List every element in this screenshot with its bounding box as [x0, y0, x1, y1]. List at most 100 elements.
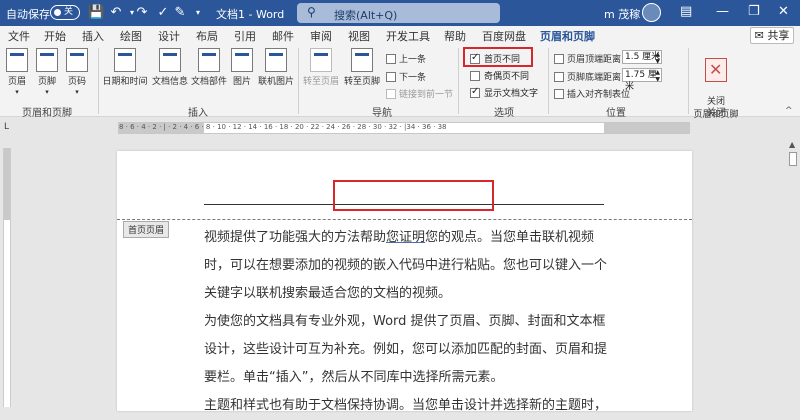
page-number-icon: [66, 48, 88, 72]
share-button[interactable]: ✉ 共享: [750, 27, 794, 44]
header-label: 页眉: [7, 77, 26, 87]
ruler-right-margin: [604, 123, 689, 133]
autosave-toggle[interactable]: 关: [50, 5, 80, 20]
footer-label: 页脚: [37, 77, 56, 87]
document-title: 文档1 - Word: [216, 8, 285, 21]
header-top-distance-text: 页眉顶端距离:: [567, 55, 625, 65]
tab-mailings[interactable]: 邮件: [272, 28, 294, 44]
divider: [98, 48, 99, 114]
header-button[interactable]: 页眉 ▾: [4, 48, 30, 97]
datetime-button[interactable]: 日期和时间: [101, 48, 149, 87]
paragraph: 视频提供了功能强大的方法帮助您证明您的观点。当您单击联机视频时，可以在想要添加的…: [204, 224, 614, 308]
ribbon-tabs: 文件 开始 插入 绘图 设计 布局 引用 邮件 审阅 视图 开发工具 帮助 百度…: [0, 26, 800, 47]
header-top-distance-input[interactable]: 1.5 厘米 ▲ ▼: [622, 50, 662, 65]
tab-home[interactable]: 开始: [44, 28, 66, 44]
ribbon-display-icon[interactable]: ▤: [680, 4, 692, 19]
goto-footer-button[interactable]: 转至页脚: [342, 48, 382, 87]
online-picture-label: 联机图片: [257, 77, 294, 87]
tab-header-footer[interactable]: 页眉和页脚: [540, 28, 595, 47]
group-label-insert: 插入: [188, 108, 208, 119]
header-position-icon: [554, 54, 564, 64]
tab-review[interactable]: 审阅: [310, 28, 332, 44]
group-label-navigation: 导航: [372, 108, 392, 119]
docparts-button[interactable]: 文档部件: [190, 48, 228, 87]
footer-button[interactable]: 页脚 ▾: [34, 48, 60, 97]
calendar-icon: [114, 48, 136, 72]
insert-align-tab-label: 插入对齐制表位: [567, 90, 631, 100]
spin-down-icon[interactable]: ▼: [655, 74, 660, 86]
vertical-ruler-margin: [4, 148, 10, 220]
save-icon[interactable]: 💾: [88, 5, 104, 21]
chevron-down-icon: ▾: [15, 88, 19, 96]
vertical-ruler[interactable]: [3, 148, 11, 407]
tab-selector[interactable]: L: [4, 122, 9, 132]
share-label: 共享: [767, 29, 790, 42]
scroll-up-icon[interactable]: ▲: [789, 140, 795, 149]
check-icon[interactable]: ✓: [155, 5, 171, 21]
tab-layout[interactable]: 布局: [196, 28, 218, 44]
tab-design[interactable]: 设计: [158, 28, 180, 44]
minimize-button[interactable]: —: [716, 4, 729, 19]
insert-align-tab-button[interactable]: 插入对齐制表位: [554, 87, 630, 100]
chevron-down-icon: ▾: [75, 88, 79, 96]
undo-icon[interactable]: ↶: [108, 5, 124, 21]
user-name[interactable]: m 茂稼: [604, 6, 640, 22]
tab-references[interactable]: 引用: [234, 28, 256, 44]
paragraph-text-underlined: 您证明: [386, 230, 426, 245]
footer-position-icon: [554, 72, 564, 82]
checkbox-unchecked-icon: [470, 71, 480, 81]
show-doc-text-checkbox[interactable]: 显示文档文字: [470, 86, 538, 99]
document-body[interactable]: 视频提供了功能强大的方法帮助您证明您的观点。当您单击联机视频时，可以在想要添加的…: [204, 224, 614, 420]
tab-view[interactable]: 视图: [348, 28, 370, 44]
search-box[interactable]: ⚲ 搜索(Alt+Q): [297, 3, 500, 23]
paragraph-text: 主题和样式也有助于文档保持协调。当您单击设计并选择新的主题时，: [204, 398, 608, 413]
close-button[interactable]: ✕: [778, 4, 789, 19]
customize-qat-icon[interactable]: ▾: [190, 5, 206, 21]
next-icon: [386, 72, 396, 82]
vertical-scrollbar[interactable]: ▲: [786, 138, 800, 407]
search-placeholder: 搜索(Alt+Q): [334, 9, 398, 22]
redo-icon[interactable]: ↷: [134, 5, 150, 21]
close-icon: [705, 58, 727, 82]
online-picture-button[interactable]: 联机图片: [257, 48, 295, 87]
divider: [688, 48, 689, 114]
link-previous-button[interactable]: 链接到前一节: [386, 87, 453, 100]
picture-label: 图片: [232, 77, 251, 87]
divider: [548, 48, 549, 114]
horizontal-ruler[interactable]: 8 · 6 · 4 · 2 · | · 2 · 4 · 6 · 8 · 10 ·…: [118, 122, 690, 134]
link-icon: [386, 89, 396, 99]
scroll-thumb[interactable]: [789, 152, 797, 166]
pen-icon[interactable]: ✎: [172, 5, 188, 21]
goto-footer-icon: [351, 48, 373, 72]
docinfo-label: 文档信息: [151, 77, 188, 87]
tab-developer[interactable]: 开发工具: [386, 28, 430, 44]
previous-icon: [386, 54, 396, 64]
restore-button[interactable]: ❐: [748, 4, 760, 19]
tab-baidu-netdisk[interactable]: 百度网盘: [482, 28, 526, 44]
tab-draw[interactable]: 绘图: [120, 28, 142, 44]
goto-header-button[interactable]: 转至页眉: [302, 48, 340, 87]
page-number-button[interactable]: 页码 ▾: [64, 48, 90, 97]
datetime-label: 日期和时间: [102, 77, 148, 87]
tab-file[interactable]: 文件: [8, 28, 30, 44]
header-top-distance-label: 页眉顶端距离:: [554, 52, 624, 65]
ribbon: 页眉 ▾ 页脚 ▾ 页码 ▾ 页眉和页脚 日期和时间 文档信息 文档部件 图片 联机图…: [0, 44, 800, 120]
tab-help[interactable]: 帮助: [444, 28, 466, 44]
group-label-options: 选项: [494, 108, 514, 119]
previous-button[interactable]: 上一条: [386, 52, 426, 65]
toggle-state-label: 关: [64, 7, 74, 17]
avatar[interactable]: [642, 3, 661, 22]
collapse-ribbon-icon[interactable]: ^: [785, 106, 793, 116]
search-icon: ⚲: [307, 5, 316, 19]
odd-even-different-checkbox[interactable]: 奇偶页不同: [470, 69, 529, 82]
divider: [458, 48, 459, 114]
docinfo-button[interactable]: 文档信息: [151, 48, 189, 87]
header-icon: [6, 48, 28, 72]
tab-insert[interactable]: 插入: [82, 28, 104, 44]
footer-bottom-distance-text: 页脚底端距离:: [567, 73, 625, 83]
header-highlight-box: [333, 180, 494, 211]
next-button[interactable]: 下一条: [386, 70, 426, 83]
footer-bottom-distance-input[interactable]: 1.75 厘米 ▲ ▼: [622, 68, 662, 92]
picture-button[interactable]: 图片: [229, 48, 255, 87]
horizontal-ruler-row: L 8 · 6 · 4 · 2 · | · 2 · 4 · 6 · 8 · 10…: [0, 118, 800, 138]
